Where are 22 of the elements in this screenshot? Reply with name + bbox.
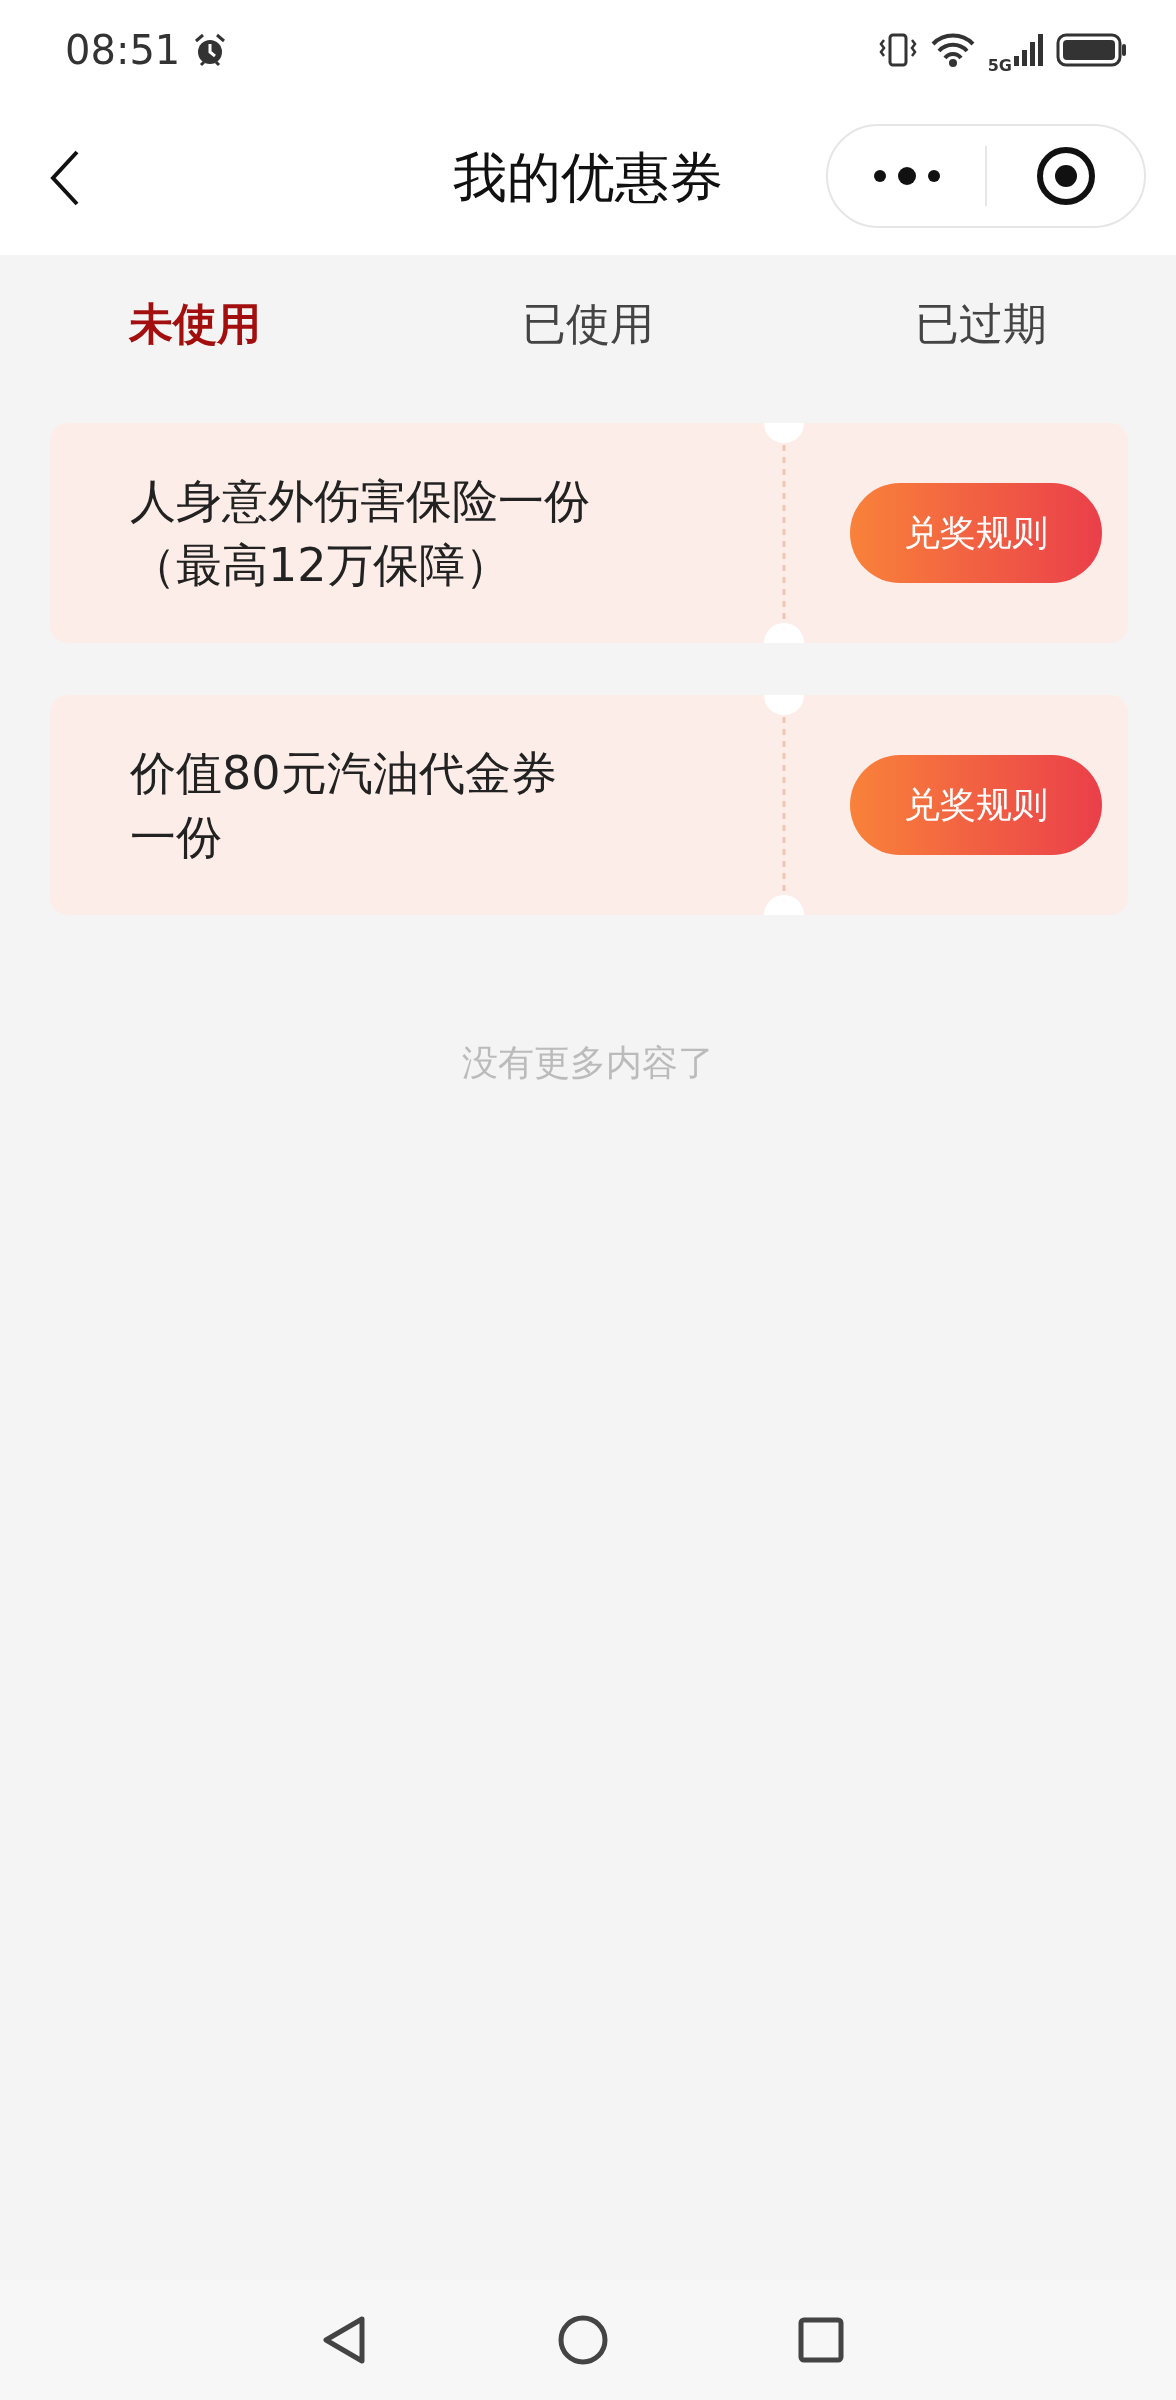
triangle-back-icon [322,2315,368,2365]
vibrate-icon [877,32,918,68]
end-of-list-text: 没有更多内容了 [462,1041,714,1085]
back-icon [50,150,80,206]
coupon-title: 价值80元汽油代金券 一份 [130,745,557,866]
more-icon [871,166,942,186]
coupon-title: 人身意外伤害保险一份 （最高12万保障） [130,473,590,594]
battery-icon [1056,32,1128,68]
recents-button[interactable] [798,2317,844,2363]
page-title: 我的优惠券 [452,145,724,211]
wifi-icon [929,32,976,68]
signal-icon [1014,32,1044,68]
home-button[interactable] [558,2315,608,2365]
clock-time: 08:51 [65,27,181,73]
circle-home-icon [558,2315,608,2365]
back-nav-button[interactable] [322,2315,368,2365]
network-type: 5G [987,55,1012,75]
tab[interactable]: 未使用 [60,284,330,364]
square-recents-icon [798,2317,844,2363]
tab[interactable]: 已过期 [846,284,1116,364]
tab[interactable]: 已使用 [453,284,723,364]
target-icon [1035,146,1096,206]
